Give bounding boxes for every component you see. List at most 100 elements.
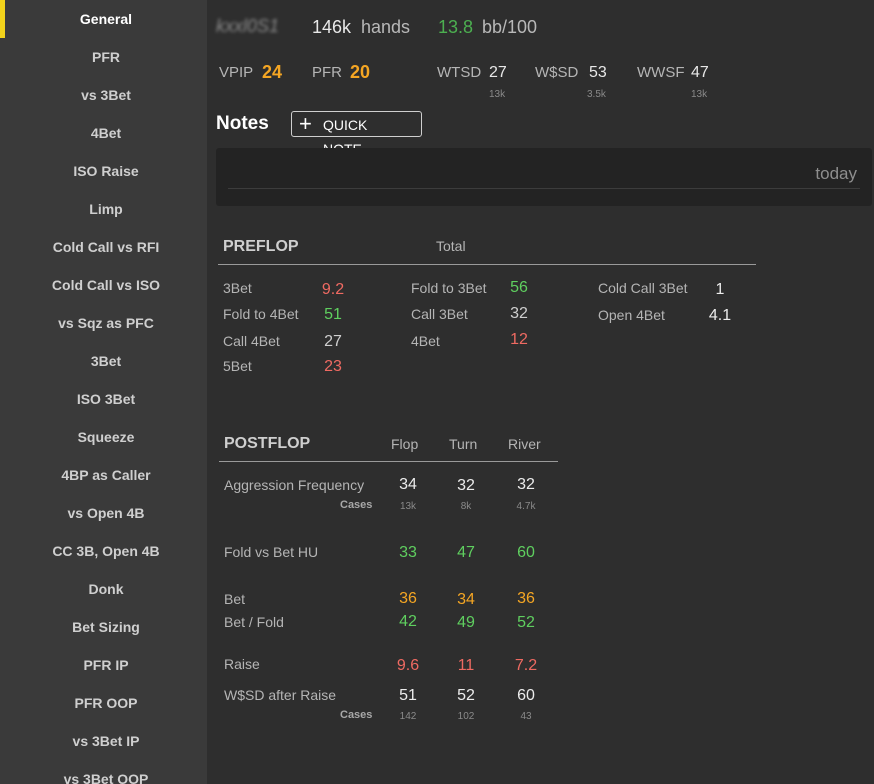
vpip-label: VPIP — [219, 64, 254, 81]
wsd-sample: 3.5k — [587, 89, 606, 100]
wsd-raise-cases-flop: 142 — [399, 711, 417, 722]
agg-cases-river: 4.7k — [516, 501, 536, 512]
wtsd-sample: 13k — [489, 89, 506, 100]
sidebar-item-vs-sqz-as-pfc[interactable]: vs Sqz as PFC — [5, 304, 207, 342]
stat-fold-to-4bet-label: Fold to 4Bet — [223, 306, 299, 322]
sidebar-item-vs-3bet[interactable]: vs 3Bet — [5, 76, 207, 114]
stat-open-4bet-label: Open 4Bet — [598, 307, 665, 323]
sidebar-item-pfr-oop[interactable]: PFR OOP — [5, 684, 207, 722]
sidebar-item-general[interactable]: General — [5, 0, 207, 38]
bet-label: Bet — [224, 591, 246, 607]
wtsd-label: WTSD — [437, 64, 482, 81]
player-name: kxxl0S1 — [216, 16, 280, 36]
raise-river: 7.2 — [514, 657, 538, 674]
sidebar-item-vs-3bet-oop[interactable]: vs 3Bet OOP — [5, 760, 207, 784]
preflop-divider — [218, 264, 756, 265]
sidebar-item-iso-3bet[interactable]: ISO 3Bet — [5, 380, 207, 418]
sidebar-item-pfr-ip[interactable]: PFR IP — [5, 646, 207, 684]
bet-fold-river: 52 — [517, 614, 535, 631]
quick-note-button[interactable]: + QUICK NOTE... — [291, 111, 422, 157]
stat-open-4bet-value: 4.1 — [708, 307, 732, 324]
stat-call-3bet-value: 32 — [510, 305, 528, 322]
winrate-value: 13.8 — [438, 17, 474, 37]
wwsf-value: 47 — [691, 64, 709, 81]
wsd-raise-label: W$SD after Raise — [224, 687, 337, 703]
sidebar: General PFR vs 3Bet 4Bet ISO Raise Limp … — [0, 0, 207, 784]
col-flop: Flop — [391, 436, 419, 452]
sidebar-item-vs-open-4b[interactable]: vs Open 4B — [5, 494, 207, 532]
sidebar-item-limp[interactable]: Limp — [5, 190, 207, 228]
agg-freq-river: 32 — [517, 476, 535, 493]
hands-label: hands — [361, 17, 411, 37]
notes-title: Notes — [216, 113, 269, 134]
vpip-value: 24 — [262, 62, 283, 82]
notes-divider — [228, 188, 860, 189]
hands-count: 146k — [312, 17, 352, 37]
winrate-label: bb/100 — [482, 17, 538, 37]
sidebar-item-vs-3bet-ip[interactable]: vs 3Bet IP — [5, 722, 207, 760]
wsd-value: 53 — [589, 64, 607, 81]
sidebar-item-4bp-as-caller[interactable]: 4BP as Caller — [5, 456, 207, 494]
bet-fold-flop: 42 — [399, 613, 417, 630]
col-river: River — [508, 436, 541, 452]
stat-call-4bet-label: Call 4Bet — [223, 333, 280, 349]
raise-label: Raise — [224, 656, 260, 672]
pfr-value: 20 — [350, 62, 371, 82]
raise-turn: 11 — [457, 657, 475, 674]
plus-icon: + — [299, 111, 312, 136]
stat-fold-to-3bet-label: Fold to 3Bet — [411, 280, 487, 296]
col-turn: Turn — [449, 436, 478, 452]
agg-freq-label: Aggression Frequency — [224, 477, 365, 493]
sidebar-item-iso-raise[interactable]: ISO Raise — [5, 152, 207, 190]
bet-turn: 34 — [457, 591, 475, 608]
wtsd-value: 27 — [489, 64, 507, 81]
stat-cold-call-3bet-label: Cold Call 3Bet — [598, 280, 688, 296]
sidebar-item-4bet[interactable]: 4Bet — [5, 114, 207, 152]
stat-3bet-label: 3Bet — [223, 280, 252, 296]
sidebar-item-bet-sizing[interactable]: Bet Sizing — [5, 608, 207, 646]
agg-freq-turn: 32 — [457, 477, 475, 494]
sidebar-item-cc-3b-open-4b[interactable]: CC 3B, Open 4B — [5, 532, 207, 570]
agg-cases-label: Cases — [340, 499, 373, 511]
notes-area[interactable]: today — [216, 148, 872, 206]
stat-cold-call-3bet-value: 1 — [715, 281, 725, 298]
postflop-divider — [219, 461, 558, 462]
postflop-title: POSTFLOP — [224, 435, 311, 452]
stat-4bet-value: 12 — [510, 331, 528, 348]
wsd-raise-cases-label: Cases — [340, 709, 373, 721]
stat-call-3bet-label: Call 3Bet — [411, 306, 468, 322]
stat-5bet-label: 5Bet — [223, 358, 252, 374]
sidebar-item-3bet[interactable]: 3Bet — [5, 342, 207, 380]
bet-fold-turn: 49 — [457, 614, 475, 631]
note-date: today — [815, 164, 857, 183]
bet-flop: 36 — [399, 590, 417, 607]
fold-vs-bet-turn: 47 — [457, 544, 475, 561]
pfr-label: PFR — [312, 64, 342, 81]
agg-cases-flop: 13k — [399, 501, 417, 512]
wsd-raise-turn: 52 — [457, 687, 475, 704]
raise-flop: 9.6 — [396, 657, 420, 674]
sidebar-item-donk[interactable]: Donk — [5, 570, 207, 608]
wwsf-sample: 13k — [691, 89, 708, 100]
agg-freq-flop: 34 — [399, 476, 417, 493]
sidebar-item-pfr[interactable]: PFR — [5, 38, 207, 76]
stat-call-4bet-value: 27 — [324, 333, 342, 350]
stat-5bet-value: 23 — [324, 358, 342, 375]
sidebar-item-cold-call-vs-rfi[interactable]: Cold Call vs RFI — [5, 228, 207, 266]
stat-fold-to-3bet-value: 56 — [510, 279, 528, 296]
preflop-title: PREFLOP — [223, 238, 299, 255]
wsd-raise-cases-turn: 102 — [457, 711, 475, 722]
wwsf-label: WWSF — [637, 64, 685, 81]
sidebar-item-cold-call-vs-iso[interactable]: Cold Call vs ISO — [5, 266, 207, 304]
fold-vs-bet-river: 60 — [517, 544, 535, 561]
fold-vs-bet-label: Fold vs Bet HU — [224, 544, 319, 560]
stat-3bet-value: 9.2 — [321, 281, 345, 298]
preflop-total-header: Total — [436, 238, 466, 254]
bet-river: 36 — [517, 590, 535, 607]
bet-fold-label: Bet / Fold — [224, 614, 284, 630]
agg-cases-turn: 8k — [460, 501, 472, 512]
wsd-raise-flop: 51 — [399, 687, 417, 704]
wsd-raise-river: 60 — [517, 687, 535, 704]
sidebar-item-squeeze[interactable]: Squeeze — [5, 418, 207, 456]
fold-vs-bet-flop: 33 — [399, 544, 417, 561]
